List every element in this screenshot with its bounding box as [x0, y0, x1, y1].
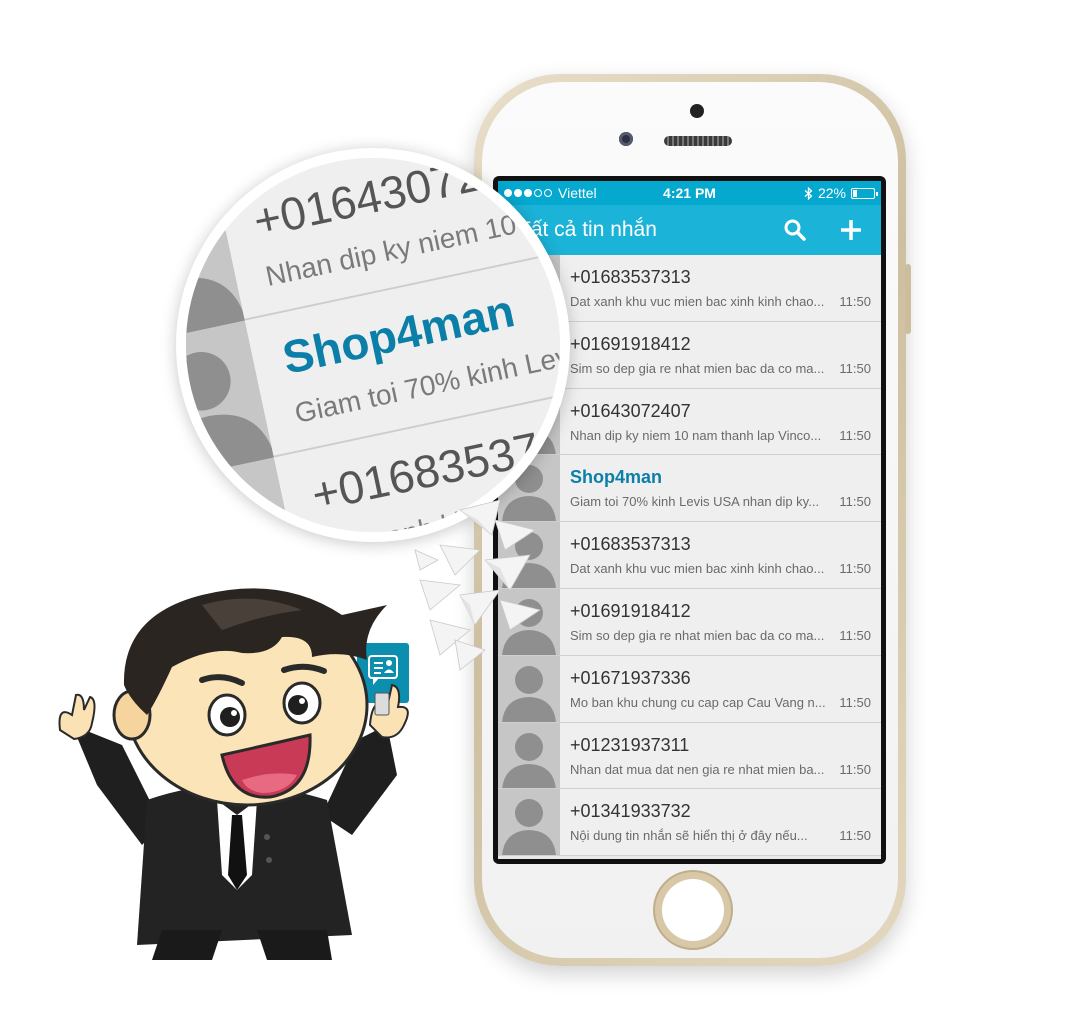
- contact-avatar-icon: [498, 722, 560, 789]
- message-time: 11:50: [839, 494, 871, 510]
- message-sender: +01643072407: [570, 400, 691, 421]
- message-snippet: Dat xanh khu vuc mien bac xinh kinh chao…: [570, 561, 825, 577]
- message-sender: +01231937311: [570, 734, 690, 755]
- earpiece-speaker: [664, 136, 732, 146]
- contact-avatar-icon: [186, 320, 274, 481]
- message-snippet: Sim so dep gia re nhat mien bac da co ma…: [570, 627, 825, 643]
- carrier-name: Viettel: [558, 185, 597, 201]
- message-row[interactable]: +01231937311 Nhan dat mua dat nen gia re …: [498, 722, 881, 790]
- plus-icon: [841, 220, 861, 240]
- message-snippet: Giam toi 70% kinh Levis USA nhan dip ky.…: [570, 494, 820, 510]
- magnifier-lens: +016430724 Nhan dip ky niem 10 Shop4man Gia…: [186, 158, 560, 532]
- message-row[interactable]: +01341933732 Nội dung tin nhắn sẽ hiển th…: [498, 789, 881, 857]
- message-snippet: Mo ban khu chung cu cap cap Cau Vang n..…: [570, 694, 826, 710]
- battery-percent: 22%: [817, 185, 846, 201]
- message-snippet: Nội dung tin nhắn sẽ hiển thị ở đây nếu.…: [570, 828, 808, 844]
- message-snippet: Nhan dip ky niem 10 nam thanh lap Vinco.…: [570, 427, 822, 443]
- message-row[interactable]: +01671937336 Mo ban khu chung cu cap cap …: [498, 655, 881, 723]
- message-sender: +01683537313: [570, 534, 691, 555]
- volume-button: [905, 264, 911, 334]
- message-sender: +01683537313: [570, 267, 691, 287]
- businessman-character: [58, 588, 409, 960]
- message-sender: +01671937336: [570, 667, 691, 688]
- battery-icon: [851, 187, 878, 199]
- proximity-sensor: [690, 104, 704, 118]
- contact-avatar: [498, 722, 560, 789]
- search-icon: [784, 219, 806, 241]
- search-button[interactable]: [777, 212, 813, 248]
- message-row[interactable]: +01691918412 Sim so dep gia re nhat mien …: [498, 588, 881, 656]
- message-time: 11:50: [839, 561, 871, 577]
- front-camera: [619, 132, 633, 146]
- bluetooth-icon: [804, 186, 813, 200]
- message-time: 11:50: [839, 694, 871, 710]
- contact-avatar-icon: [498, 789, 560, 856]
- contact-avatar-icon: [186, 183, 245, 344]
- contact-avatar: [498, 789, 560, 856]
- message-row[interactable]: +01683537313 Dat xanh khu vuc mien bac xi…: [498, 522, 881, 589]
- magnified-avatar: [186, 320, 274, 481]
- message-time: 11:50: [839, 828, 871, 844]
- message-time: 11:50: [839, 294, 871, 309]
- message-snippet: Nhan dat mua dat nen gia re nhat mien ba…: [570, 761, 825, 777]
- message-time: 11:50: [839, 427, 871, 443]
- message-sender: +01691918412: [570, 333, 691, 354]
- message-snippet: Sim so dep gia re nhat mien bac da co ma…: [570, 360, 825, 376]
- message-sender: +01341933732: [570, 801, 691, 822]
- message-sender: Shop4man: [570, 467, 663, 488]
- magnified-avatar: [186, 183, 245, 344]
- home-button[interactable]: [662, 879, 724, 941]
- message-time: 11:50: [839, 627, 871, 643]
- add-message-button[interactable]: [833, 212, 869, 248]
- message-snippet: Dat xanh khu vuc mien bac xinh kinh chao…: [570, 294, 825, 309]
- message-sender: +01691918412: [570, 600, 691, 621]
- message-time: 11:50: [839, 360, 871, 376]
- message-time: 11:50: [839, 761, 871, 777]
